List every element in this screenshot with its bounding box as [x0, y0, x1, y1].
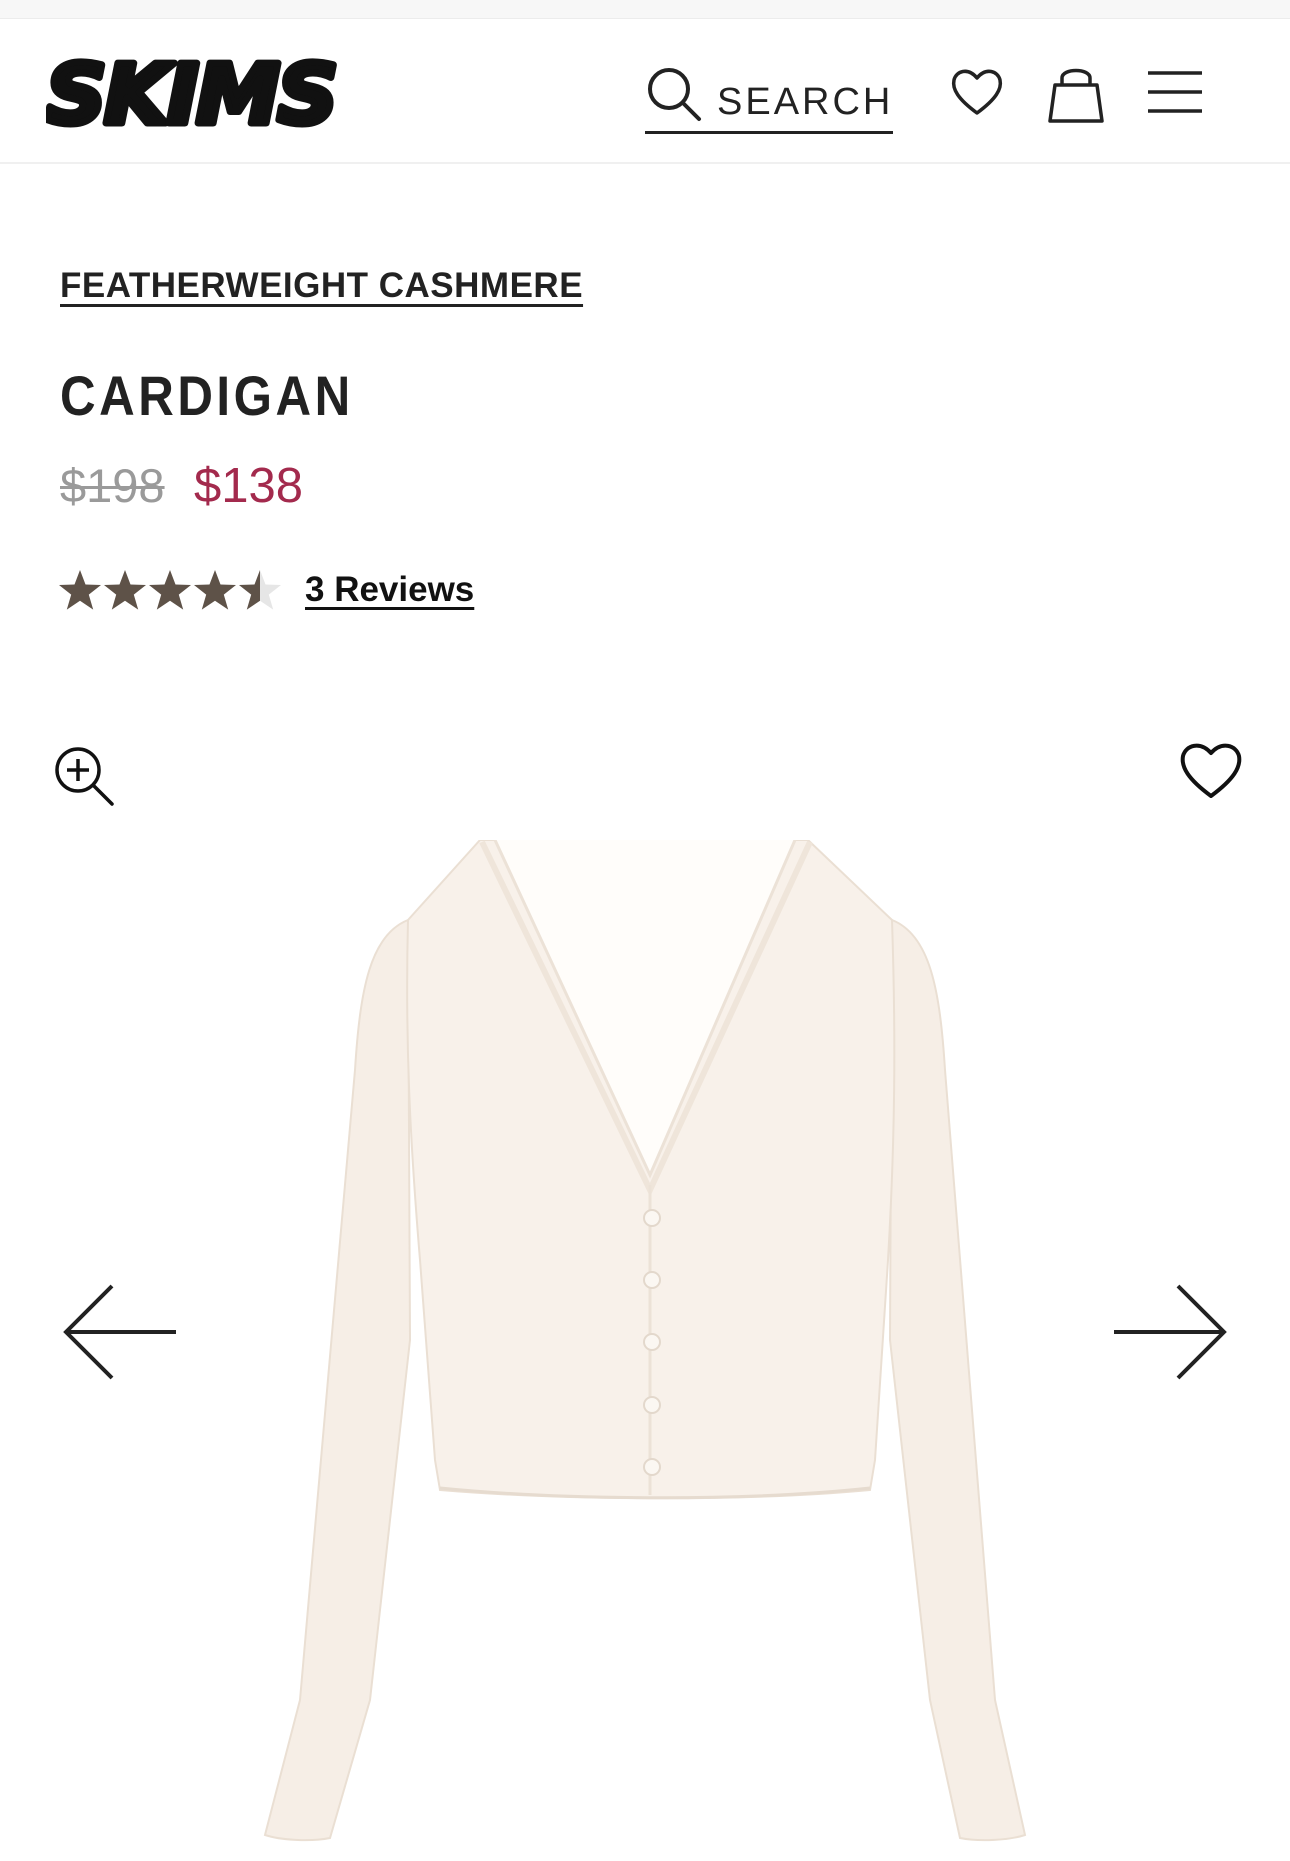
button-2 — [643, 1271, 661, 1289]
star-icon-2 — [104, 570, 146, 610]
search-field[interactable]: SEARCH — [645, 55, 893, 134]
button-4 — [643, 1396, 661, 1414]
search-label: SEARCH — [717, 81, 894, 123]
arrow-left-icon[interactable] — [60, 1282, 180, 1382]
right-sleeve — [888, 918, 1027, 1842]
reviews-link[interactable]: 3 Reviews — [305, 570, 474, 610]
search-icon — [648, 68, 701, 121]
heart-icon[interactable] — [1178, 740, 1244, 800]
left-sleeve — [263, 918, 412, 1842]
svg-text:SKIMS: SKIMS — [46, 51, 336, 141]
star-icon-5-half — [239, 570, 281, 610]
product-image — [263, 840, 1027, 1842]
wishlist-heart-icon[interactable] — [950, 67, 1004, 117]
product-title: CARDIGAN — [60, 364, 354, 427]
shopping-bag-icon[interactable] — [1046, 63, 1106, 125]
menu-icon[interactable] — [1146, 69, 1204, 115]
button-5 — [643, 1458, 661, 1476]
sale-price: $138 — [194, 459, 304, 513]
button-1 — [643, 1209, 661, 1227]
zoom-in-icon[interactable] — [52, 744, 118, 810]
collection-link[interactable]: FEATHERWEIGHT CASHMERE — [60, 266, 583, 306]
star-icon-4 — [194, 570, 236, 610]
arrow-right-icon[interactable] — [1110, 1282, 1230, 1382]
original-price: $198 — [60, 459, 165, 512]
skims-logo[interactable]: SKIMS — [46, 51, 346, 141]
rating-stars — [59, 570, 281, 610]
star-icon-1 — [59, 570, 101, 610]
button-3 — [643, 1333, 661, 1351]
site-header: SKIMS SEARCH — [0, 19, 1290, 164]
star-icon-3 — [149, 570, 191, 610]
top-strip — [0, 0, 1290, 19]
product-gallery — [0, 720, 1290, 1861]
